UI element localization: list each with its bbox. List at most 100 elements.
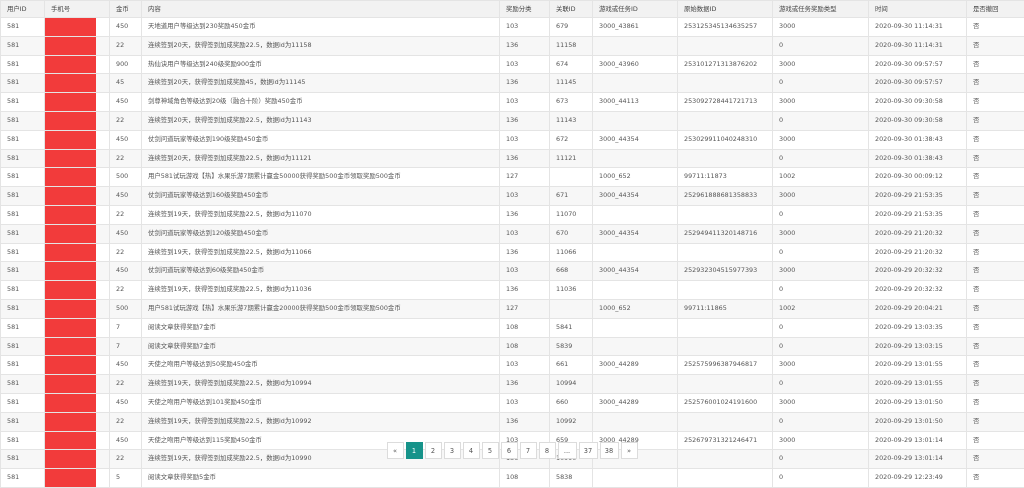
phone-cell (45, 224, 110, 243)
related-id-cell: 673 (550, 93, 593, 112)
table-row[interactable]: 58122连续签到19天，获得签到加成奖励22.5，数据id为110701361… (1, 205, 1024, 224)
user-id-cell: 581 (1, 281, 45, 300)
phone-cell (45, 111, 110, 130)
user-id-cell: 581 (1, 262, 45, 281)
phone-cell (45, 281, 110, 300)
content-cell: 热仙诀用户等级达到240级奖励900金币 (142, 55, 500, 74)
col-related-id[interactable]: 关联ID (550, 1, 593, 18)
table-row[interactable]: 581450仗剑问道玩家等级达到190级奖励450金币1036723000_44… (1, 130, 1024, 149)
user-id-cell: 581 (1, 55, 45, 74)
reward-type-cell: 3000 (773, 55, 869, 74)
reward-category-cell: 103 (500, 356, 550, 375)
table-row[interactable]: 58122连续签到19天，获得签到加成奖励22.5，数据id为109921361… (1, 412, 1024, 431)
table-row[interactable]: 58122连续签到19天，获得签到加成奖励22.5，数据id为109941361… (1, 375, 1024, 394)
page-button[interactable]: 37 (579, 442, 598, 459)
phone-cell (45, 74, 110, 93)
table-row[interactable]: 581450天使之吻用户等级达到50奖励450金币1036613000_4428… (1, 356, 1024, 375)
revoked-cell: 否 (967, 393, 1024, 412)
col-phone[interactable]: 手机号 (45, 1, 110, 18)
redaction-block (45, 244, 96, 262)
page-button[interactable]: 2 (425, 442, 442, 459)
table-row[interactable]: 581450仗剑问道玩家等级达到60级奖励450金币1036683000_443… (1, 262, 1024, 281)
page-button[interactable]: 4 (463, 442, 480, 459)
next-page-button[interactable]: » (621, 442, 638, 459)
content-cell: 连续签到19天，获得签到加成奖励22.5，数据id为10994 (142, 375, 500, 394)
table-row[interactable]: 58122连续签到19天，获得签到加成奖励22.5，数据id为110661361… (1, 243, 1024, 262)
redaction-block (45, 262, 96, 280)
raw-data-id-cell: 253101271313876202 (678, 55, 773, 74)
revoked-cell: 否 (967, 18, 1024, 37)
reward-category-cell: 108 (500, 469, 550, 488)
revoked-cell: 否 (967, 224, 1024, 243)
redaction-block (45, 375, 96, 393)
table-row[interactable]: 5817阅读文章获得奖励7金币108584102020-09-29 13:03:… (1, 318, 1024, 337)
content-cell: 阅读文章获得奖励7金币 (142, 318, 500, 337)
phone-cell (45, 187, 110, 206)
phone-cell (45, 168, 110, 187)
reward-type-cell: 3000 (773, 224, 869, 243)
col-content[interactable]: 内容 (142, 1, 500, 18)
user-id-cell: 581 (1, 412, 45, 431)
reward-category-cell: 103 (500, 393, 550, 412)
related-id-cell: 10994 (550, 375, 593, 394)
reward-type-cell: 1002 (773, 299, 869, 318)
page-button[interactable]: 3 (444, 442, 461, 459)
game-task-id-cell: 3000_43861 (593, 18, 678, 37)
redaction-block (45, 18, 96, 36)
table-row[interactable]: 58122连续签到20天，获得签到加成奖励22.5，数据id为111431361… (1, 111, 1024, 130)
user-id-cell: 581 (1, 393, 45, 412)
user-id-cell: 581 (1, 337, 45, 356)
related-id-cell: 670 (550, 224, 593, 243)
revoked-cell: 否 (967, 168, 1024, 187)
page-button[interactable]: 1 (406, 442, 423, 459)
page-button[interactable]: 38 (600, 442, 619, 459)
table-row[interactable]: 581450天地道用户等级达到230奖励450金币1036793000_4386… (1, 18, 1024, 37)
col-time[interactable]: 时间 (869, 1, 967, 18)
table-row[interactable]: 581500用户581试玩游戏【热】水果乐游7期累计赢金50000获得奖励500… (1, 168, 1024, 187)
page-button[interactable]: 8 (539, 442, 556, 459)
related-id-cell: 661 (550, 356, 593, 375)
col-user-id[interactable]: 用户ID (1, 1, 45, 18)
coins-cell: 22 (110, 36, 142, 55)
table-row[interactable]: 581900热仙诀用户等级达到240级奖励900金币1036743000_439… (1, 55, 1024, 74)
coins-cell: 22 (110, 149, 142, 168)
reward-category-cell: 136 (500, 205, 550, 224)
table-row[interactable]: 58122连续签到20天，获得签到加成奖励22.5，数据id为111581361… (1, 36, 1024, 55)
col-reward-type[interactable]: 游戏或任务奖励类型 (773, 1, 869, 18)
user-id-cell: 581 (1, 130, 45, 149)
table-row[interactable]: 5817阅读文章获得奖励7金币108583902020-09-29 13:03:… (1, 337, 1024, 356)
table-row[interactable]: 581500用户581试玩游戏【热】水果乐游7期累计赢金20000获得奖励500… (1, 299, 1024, 318)
page-button[interactable]: 6 (501, 442, 518, 459)
table-row[interactable]: 581450仗剑问道玩家等级达到120级奖励450金币1036703000_44… (1, 224, 1024, 243)
col-coins[interactable]: 金币 (110, 1, 142, 18)
game-task-id-cell: 3000_44113 (593, 93, 678, 112)
page-button[interactable]: 5 (482, 442, 499, 459)
raw-data-id-cell (678, 111, 773, 130)
prev-page-button[interactable]: « (387, 442, 404, 459)
time-cell: 2020-09-29 20:32:32 (869, 281, 967, 300)
table-row[interactable]: 581450仗剑问道玩家等级达到160级奖励450金币1036713000_44… (1, 187, 1024, 206)
col-reward-category[interactable]: 奖励分类 (500, 1, 550, 18)
time-cell: 2020-09-30 09:57:57 (869, 74, 967, 93)
raw-data-id-cell: 252575996387946817 (678, 356, 773, 375)
page-button[interactable]: 7 (520, 442, 537, 459)
revoked-cell: 否 (967, 375, 1024, 394)
content-cell: 用户581试玩游戏【热】水果乐游7期累计赢金20000获得奖励500金币领取奖励… (142, 299, 500, 318)
table-row[interactable]: 581450天使之吻用户等级达到101奖励450金币1036603000_442… (1, 393, 1024, 412)
table-row[interactable]: 58122连续签到20天，获得签到加成奖励22.5，数据id为111211361… (1, 149, 1024, 168)
related-id-cell: 679 (550, 18, 593, 37)
table-row[interactable]: 58122连续签到19天，获得签到加成奖励22.5，数据id为110361361… (1, 281, 1024, 300)
table-row[interactable]: 58145连续签到20天，获得签到加成奖励45，数据id为11145136111… (1, 74, 1024, 93)
col-raw-data-id[interactable]: 原始数据ID (678, 1, 773, 18)
table-row[interactable]: 581450剑尊神域角色等级达到20级（融合十阶）奖励450金币10367330… (1, 93, 1024, 112)
col-game-task-id[interactable]: 游戏或任务ID (593, 1, 678, 18)
table-row[interactable]: 5815阅读文章获得奖励5金币108583802020-09-29 12:23:… (1, 469, 1024, 488)
game-task-id-cell: 1000_652 (593, 168, 678, 187)
col-revoked[interactable]: 是否撤回 (967, 1, 1024, 18)
revoked-cell: 否 (967, 469, 1024, 488)
reward-type-cell: 0 (773, 74, 869, 93)
pagination-ellipsis[interactable]: ... (558, 442, 577, 459)
game-task-id-cell (593, 243, 678, 262)
reward-type-cell: 3000 (773, 130, 869, 149)
raw-data-id-cell (678, 36, 773, 55)
